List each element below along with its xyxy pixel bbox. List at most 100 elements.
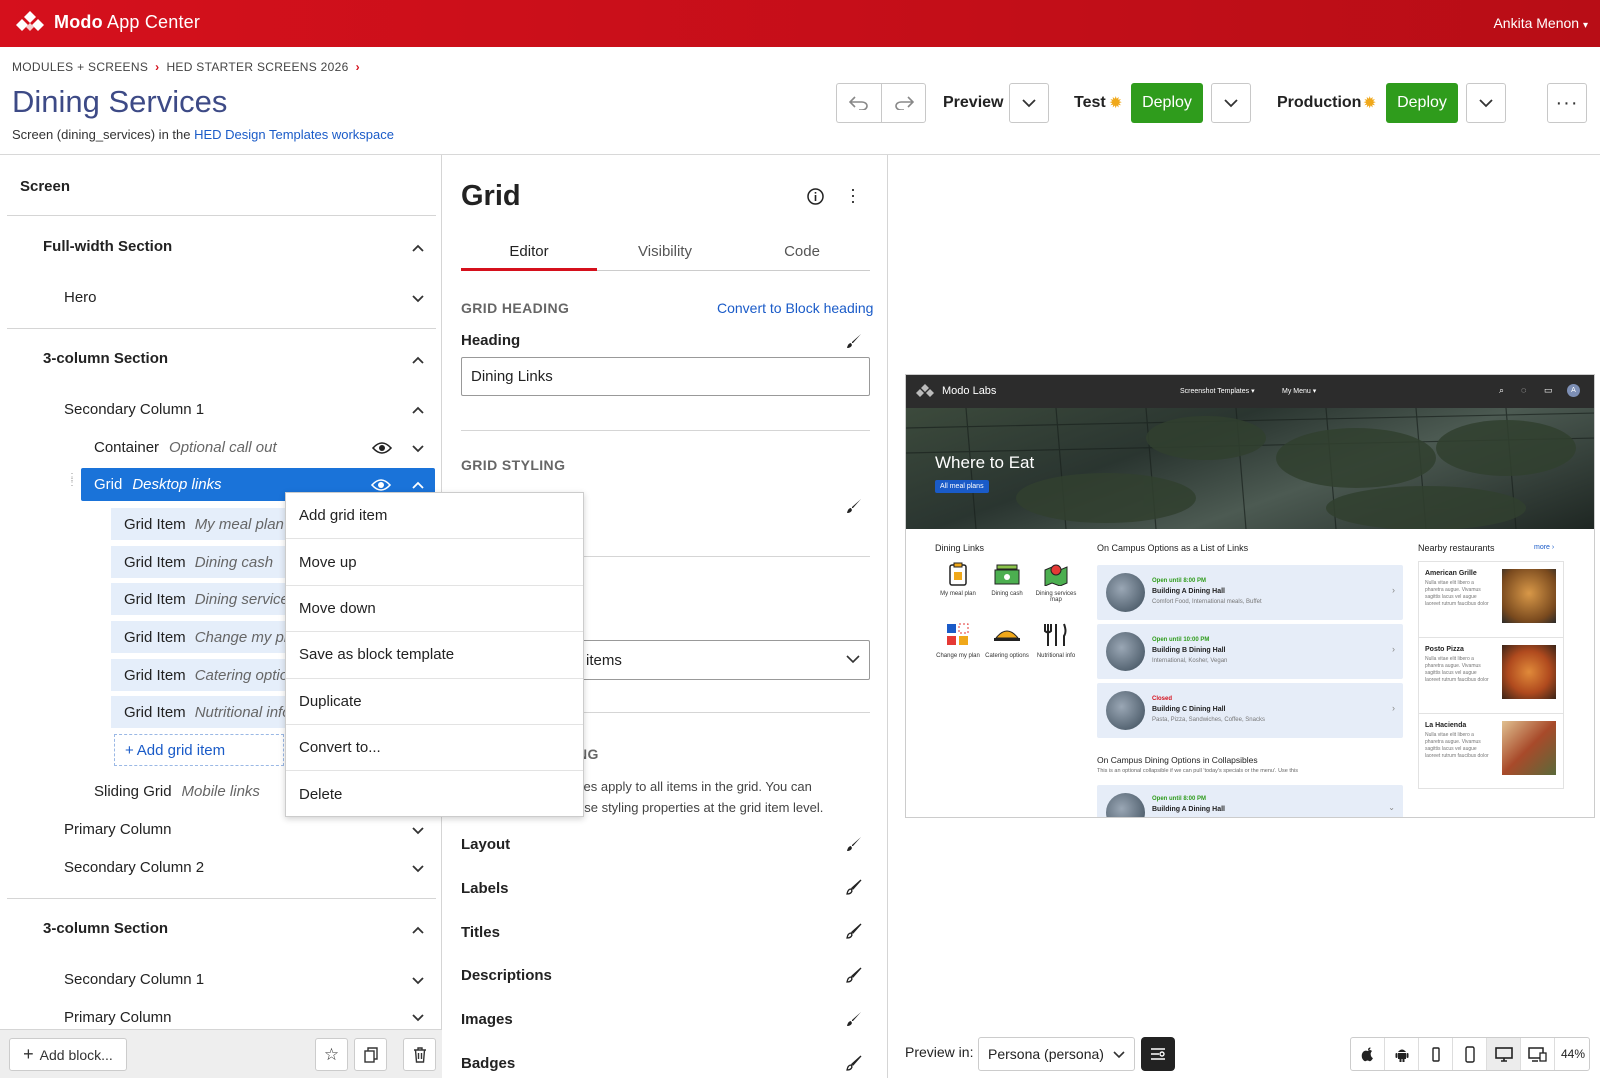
delete-button[interactable] [403, 1038, 436, 1071]
tree-primary-column-b[interactable]: Primary Column [64, 1009, 172, 1026]
redo-button[interactable] [881, 83, 926, 123]
chevron-up-icon[interactable] [411, 353, 425, 367]
app-logo[interactable]: Modo App Center [14, 11, 200, 33]
preview-collapsible-card[interactable]: Open until 8:00 PM Building A Dining Hal… [1097, 785, 1403, 817]
preview-nav-screenshot-templates[interactable]: Screenshot Templates ▾ [1180, 387, 1255, 395]
tree-secondary-column-1[interactable]: Secondary Column 1 [64, 401, 204, 418]
chevron-down-icon[interactable] [411, 291, 425, 305]
paintbrush-icon[interactable] [845, 835, 863, 853]
test-deploy-button[interactable]: Deploy [1131, 83, 1203, 123]
menu-save-as-block-template[interactable]: Save as block template [286, 632, 583, 679]
tree-secondary-column-2[interactable]: Secondary Column 2 [64, 859, 204, 876]
tree-secondary-column-1b[interactable]: Secondary Column 1 [64, 971, 204, 988]
preview-options-button[interactable] [1141, 1037, 1175, 1071]
tree-hero[interactable]: Hero [64, 289, 97, 306]
grid-tile-dining-map[interactable]: Dining services map [1033, 562, 1079, 603]
paintbrush-outline-icon[interactable] [845, 922, 863, 940]
workspace-link[interactable]: HED Design Templates workspace [194, 127, 394, 142]
drag-handle-icon[interactable]: ⋮⋮ ⋮⋮ [67, 473, 87, 495]
grid-tile-change-plan[interactable]: Change my plan [935, 622, 981, 659]
chat-icon[interactable]: ◌ [1521, 385, 1526, 395]
tree-grid-item[interactable]: Grid Item Change my plan [111, 621, 286, 653]
preview-dining-card[interactable]: Open until 10:00 PM Building B Dining Ha… [1097, 624, 1403, 679]
tree-3-column-section-2[interactable]: 3-column Section [43, 920, 168, 937]
phone-large-icon[interactable] [1453, 1038, 1487, 1070]
eye-icon[interactable] [371, 478, 391, 492]
paintbrush-icon[interactable] [845, 1010, 863, 1028]
menu-duplicate[interactable]: Duplicate [286, 679, 583, 725]
heading-input[interactable]: Dining Links [461, 357, 870, 396]
zoom-level[interactable]: 44% [1555, 1038, 1591, 1070]
chevron-down-icon[interactable] [411, 973, 425, 987]
chevron-up-icon[interactable] [411, 403, 425, 417]
phone-small-icon[interactable] [1419, 1038, 1453, 1070]
copy-button[interactable] [354, 1038, 387, 1071]
menu-delete[interactable]: Delete [286, 771, 583, 817]
apple-icon[interactable] [1351, 1038, 1385, 1070]
grid-tile-dining-cash[interactable]: Dining cash [984, 562, 1030, 597]
chevron-up-icon[interactable] [411, 923, 425, 937]
paintbrush-icon[interactable] [845, 332, 863, 350]
tree-grid-item[interactable]: Grid Item Catering options [111, 659, 286, 691]
restaurant-item[interactable]: American Grille Nulla vitae elit libero … [1419, 562, 1563, 638]
info-icon[interactable] [807, 188, 824, 205]
test-deploy-dropdown-button[interactable] [1211, 83, 1251, 123]
chevron-up-icon[interactable] [411, 241, 425, 255]
breadcrumb-item-modules[interactable]: MODULES + SCREENS [12, 60, 148, 74]
paintbrush-icon[interactable] [845, 497, 863, 515]
tab-visibility[interactable]: Visibility [597, 243, 733, 260]
preview-more-link[interactable]: more › [1534, 544, 1554, 551]
restaurant-item[interactable]: La Hacienda Nulla vitae elit libero a ph… [1419, 714, 1563, 790]
production-deploy-dropdown-button[interactable] [1466, 83, 1506, 123]
add-grid-item-button[interactable]: + Add grid item [114, 734, 284, 766]
all-meal-plans-button[interactable]: All meal plans [935, 480, 989, 493]
paintbrush-outline-icon[interactable] [845, 966, 863, 984]
user-menu[interactable]: Ankita Menon ▾ [1493, 15, 1588, 31]
desktop-icon[interactable] [1487, 1038, 1521, 1070]
paintbrush-outline-icon[interactable] [845, 878, 863, 896]
persona-select[interactable]: Persona (persona) [978, 1037, 1135, 1071]
production-deploy-button[interactable]: Deploy [1386, 83, 1458, 123]
preview-dropdown-button[interactable] [1009, 83, 1049, 123]
grid-tile-catering[interactable]: Catering options [984, 622, 1030, 659]
chevron-down-icon[interactable] [411, 823, 425, 837]
android-icon[interactable] [1385, 1038, 1419, 1070]
folder-icon[interactable]: ▭ [1544, 385, 1553, 396]
tree-3-column-section[interactable]: 3-column Section [43, 350, 168, 367]
preview-nav-my-menu[interactable]: My Menu ▾ [1282, 387, 1316, 395]
eye-icon[interactable] [372, 441, 392, 455]
favorite-button[interactable]: ☆ [315, 1038, 348, 1071]
desktop-tablet-icon[interactable] [1521, 1038, 1555, 1070]
tab-editor[interactable]: Editor [461, 243, 597, 260]
kebab-menu-icon[interactable]: · · · [850, 180, 856, 210]
undo-button[interactable] [836, 83, 881, 123]
chevron-down-icon[interactable] [411, 861, 425, 875]
tab-code[interactable]: Code [734, 243, 870, 260]
menu-move-down[interactable]: Move down [286, 586, 583, 633]
avatar[interactable]: A [1567, 384, 1580, 397]
tree-container[interactable]: Container Optional call out [94, 439, 277, 456]
breadcrumb-item-hed[interactable]: HED STARTER SCREENS 2026 [166, 60, 348, 74]
tree-grid-item[interactable]: Grid Item Dining cash [111, 546, 286, 578]
tree-grid-item[interactable]: Grid Item My meal plan [111, 508, 286, 540]
convert-to-block-heading-link[interactable]: Convert to Block heading [717, 300, 873, 316]
grid-tile-nutritional-info[interactable]: Nutritional info [1033, 622, 1079, 659]
more-options-button[interactable]: ··· [1547, 83, 1587, 123]
chevron-up-icon[interactable] [411, 478, 425, 492]
grid-tile-meal-plan[interactable]: My meal plan [935, 562, 981, 597]
tree-full-width-section[interactable]: Full-width Section [43, 238, 172, 255]
preview-dining-card[interactable]: Closed Building C Dining Hall Pasta, Piz… [1097, 683, 1403, 738]
paintbrush-outline-icon[interactable] [845, 1054, 863, 1072]
menu-add-grid-item[interactable]: Add grid item [286, 493, 583, 540]
tree-sliding-grid[interactable]: Sliding Grid Mobile links [94, 783, 260, 800]
add-block-button[interactable]: + Add block... [9, 1038, 127, 1071]
tree-grid-item[interactable]: Grid Item Dining services map [111, 583, 286, 615]
tree-grid-item[interactable]: Grid Item Nutritional info [111, 696, 286, 728]
chevron-down-icon[interactable] [411, 441, 425, 455]
menu-move-up[interactable]: Move up [286, 539, 583, 586]
chevron-down-icon[interactable] [411, 1010, 425, 1024]
restaurant-item[interactable]: Posto Pizza Nulla vitae elit libero a ph… [1419, 638, 1563, 714]
preview-dining-card[interactable]: Open until 8:00 PM Building A Dining Hal… [1097, 565, 1403, 620]
search-icon[interactable]: ⌕ [1499, 385, 1504, 396]
menu-convert-to[interactable]: Convert to... [286, 725, 583, 772]
